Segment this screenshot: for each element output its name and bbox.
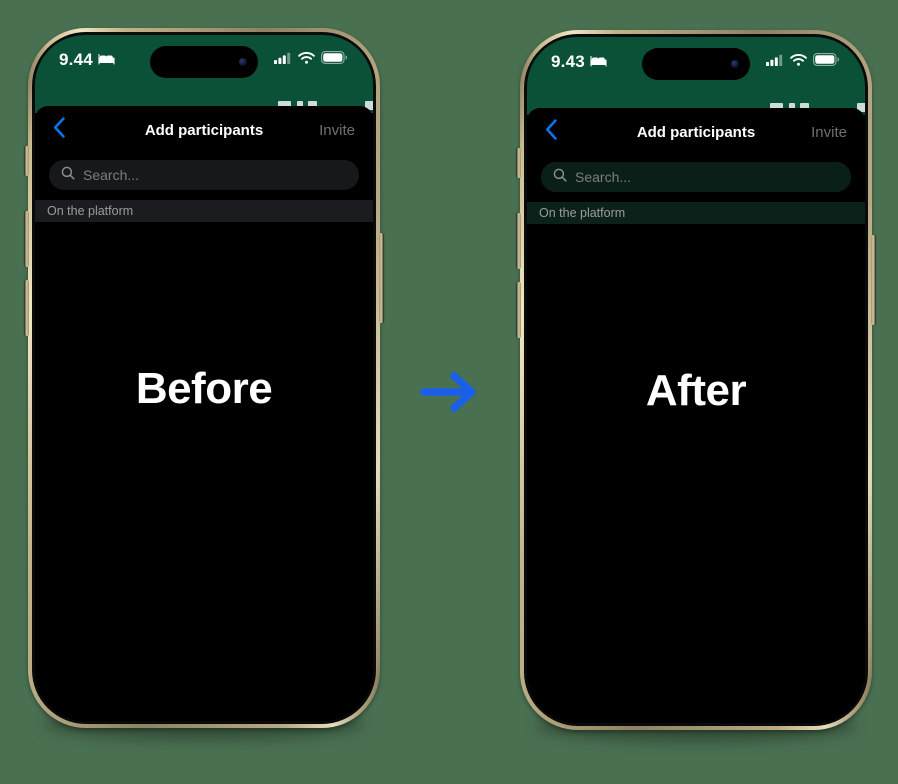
phone-screen-before: 9.44 Add participants Invite Search... O… [35,35,373,721]
back-button[interactable] [53,117,79,143]
cellular-bars-icon [274,51,292,69]
search-container: Search... [527,156,865,202]
section-header-on-the-platform: On the platform [35,200,373,222]
invite-button[interactable]: Invite [319,122,355,139]
status-bar-right [274,51,348,69]
front-camera-icon [239,58,247,66]
status-bar-right [766,53,840,71]
search-placeholder: Search... [575,169,632,185]
search-icon [61,166,75,185]
power-button[interactable] [379,233,383,323]
front-camera-icon [731,60,739,68]
add-participants-sheet: Add participants Invite Search... On the… [527,108,865,723]
chevron-left-icon [53,117,66,143]
cellular-bars-icon [766,53,784,71]
action-button[interactable] [517,148,521,178]
volume-up-button[interactable] [25,211,29,267]
status-bar-left: 9.43 [551,52,607,72]
volume-down-button[interactable] [517,282,521,338]
stage-label-after: After [645,366,747,415]
power-button[interactable] [871,235,875,325]
wifi-icon [298,51,315,69]
chevron-left-icon [545,119,558,145]
search-container: Search... [35,154,373,200]
volume-up-button[interactable] [517,213,521,269]
phone-mockup-before: 9.44 Add participants Invite Search... O… [25,28,383,740]
navigation-bar: Add participants Invite [35,106,373,154]
arrow-right-icon [418,368,482,416]
status-bar-left: 9.44 [59,50,115,70]
phone-screen-after: 9.43 Add participants Invite Search... O… [527,37,865,723]
section-header-on-the-platform: On the platform [527,202,865,224]
status-bar-time: 9.44 [59,50,93,69]
phone-mockup-after: 9.43 Add participants Invite Search... O… [517,30,875,742]
comparison-stage: 9.44 Add participants Invite Search... O… [0,0,898,784]
action-button[interactable] [25,146,29,176]
dynamic-island [642,48,750,80]
status-bar-time: 9.43 [551,52,585,71]
dynamic-island [150,46,258,78]
add-participants-sheet: Add participants Invite Search... On the… [35,106,373,721]
search-input[interactable]: Search... [541,162,851,192]
battery-full-icon [813,53,840,71]
search-icon [553,168,567,187]
back-button[interactable] [545,119,571,145]
invite-button[interactable]: Invite [811,124,847,141]
stage-label-before: Before [135,364,273,413]
navigation-bar: Add participants Invite [527,108,865,156]
wifi-icon [790,53,807,71]
search-input[interactable]: Search... [49,160,359,190]
volume-down-button[interactable] [25,280,29,336]
battery-full-icon [321,51,348,69]
search-placeholder: Search... [83,167,140,183]
bed-icon [590,52,607,72]
bed-icon [98,50,115,70]
